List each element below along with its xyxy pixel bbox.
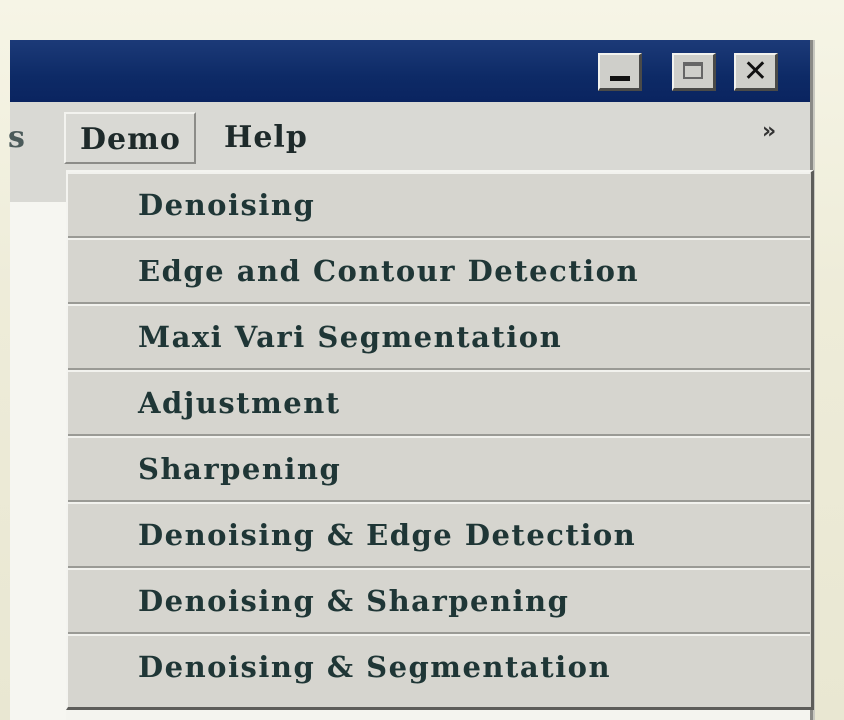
menu-item-denoising[interactable]: Denoising: [68, 172, 810, 238]
menu-item-adjustment[interactable]: Adjustment: [68, 370, 810, 436]
minimize-button[interactable]: [598, 53, 642, 91]
workspace-area: [10, 202, 66, 720]
menu-item-partial[interactable]: s: [8, 112, 38, 164]
close-button[interactable]: ✕: [734, 53, 778, 91]
title-bar[interactable]: ✕: [10, 40, 810, 102]
minimize-icon: [610, 76, 630, 81]
maximize-icon: [683, 62, 703, 79]
menu-item-denoising-edge-detection[interactable]: Denoising & Edge Detection: [68, 502, 810, 568]
menu-demo[interactable]: Demo: [64, 112, 196, 164]
close-icon: ✕: [742, 53, 769, 89]
menu-item-maxi-vari-segmentation[interactable]: Maxi Vari Segmentation: [68, 304, 810, 370]
maximize-button[interactable]: [672, 53, 716, 91]
menu-item-sharpening[interactable]: Sharpening: [68, 436, 810, 502]
chevron-icon[interactable]: »: [762, 112, 788, 152]
demo-dropdown-menu: Denoising Edge and Contour Detection Max…: [66, 170, 814, 710]
menu-item-denoising-sharpening[interactable]: Denoising & Sharpening: [68, 568, 810, 634]
menu-item-denoising-segmentation[interactable]: Denoising & Segmentation: [68, 634, 810, 700]
menu-help[interactable]: Help: [220, 112, 320, 164]
menu-item-edge-contour-detection[interactable]: Edge and Contour Detection: [68, 238, 810, 304]
